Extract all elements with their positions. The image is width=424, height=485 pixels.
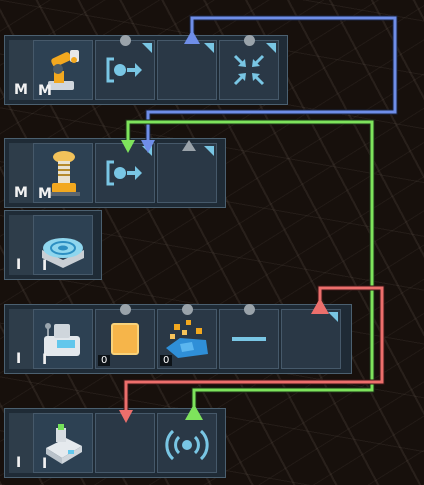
item-count: 0 [98,355,111,366]
machine-slot-bioreactor[interactable]: I [33,309,93,369]
connector-triangle[interactable] [182,140,196,151]
machine-panel-bioreactor: I I 0 0 [4,304,352,374]
mode-letter-left: M [14,185,28,201]
mode-letter-left: I [16,351,22,367]
machine-panel-robot-arm: M M [4,35,288,105]
empty-slot[interactable] [157,40,217,100]
slot-corner-marker [204,43,214,53]
mode-letter-left: I [16,455,22,471]
output-arrow-icon [106,160,142,186]
slot-corner-marker [204,146,214,156]
machine-panel-pressure-plate: I I [4,210,102,280]
output-arrow-icon [106,57,142,83]
mode-letter-right: M [38,83,52,99]
machine-slot-robot-arm[interactable]: M [33,40,93,100]
broadcast-signal-icon [165,429,209,461]
broadcast-slot[interactable] [157,413,217,473]
slot-corner-marker [328,312,338,322]
mode-letter-right: M [38,186,52,202]
output-slot[interactable] [95,143,155,203]
output-slot[interactable] [95,35,155,100]
machine-slot-tesla-coil[interactable]: M [33,143,93,203]
machine-slot-sensor[interactable]: I [33,413,93,473]
machine-slot-pressure-plate[interactable]: I [33,215,93,275]
empty-slot[interactable] [95,413,155,473]
mode-letter-right: I [42,258,48,274]
item-slot-blue[interactable]: 0 [157,304,217,369]
merge-slot[interactable] [219,35,279,100]
minus-icon [232,337,266,341]
machine-panel-sensor: I I [4,408,226,478]
mode-letter-left: M [14,82,28,98]
mode-letter-right: I [42,352,48,368]
empty-slot[interactable] [281,309,341,369]
machine-panel-tesla-coil: M M [4,138,226,208]
empty-slot[interactable] [157,140,217,203]
mode-letter-right: I [42,456,48,472]
merge-arrows-icon [233,54,265,86]
minus-slot[interactable] [219,304,279,369]
item-slot-orange[interactable]: 0 [95,304,155,369]
item-count: 0 [160,355,173,366]
mode-letter-left: I [16,257,22,273]
